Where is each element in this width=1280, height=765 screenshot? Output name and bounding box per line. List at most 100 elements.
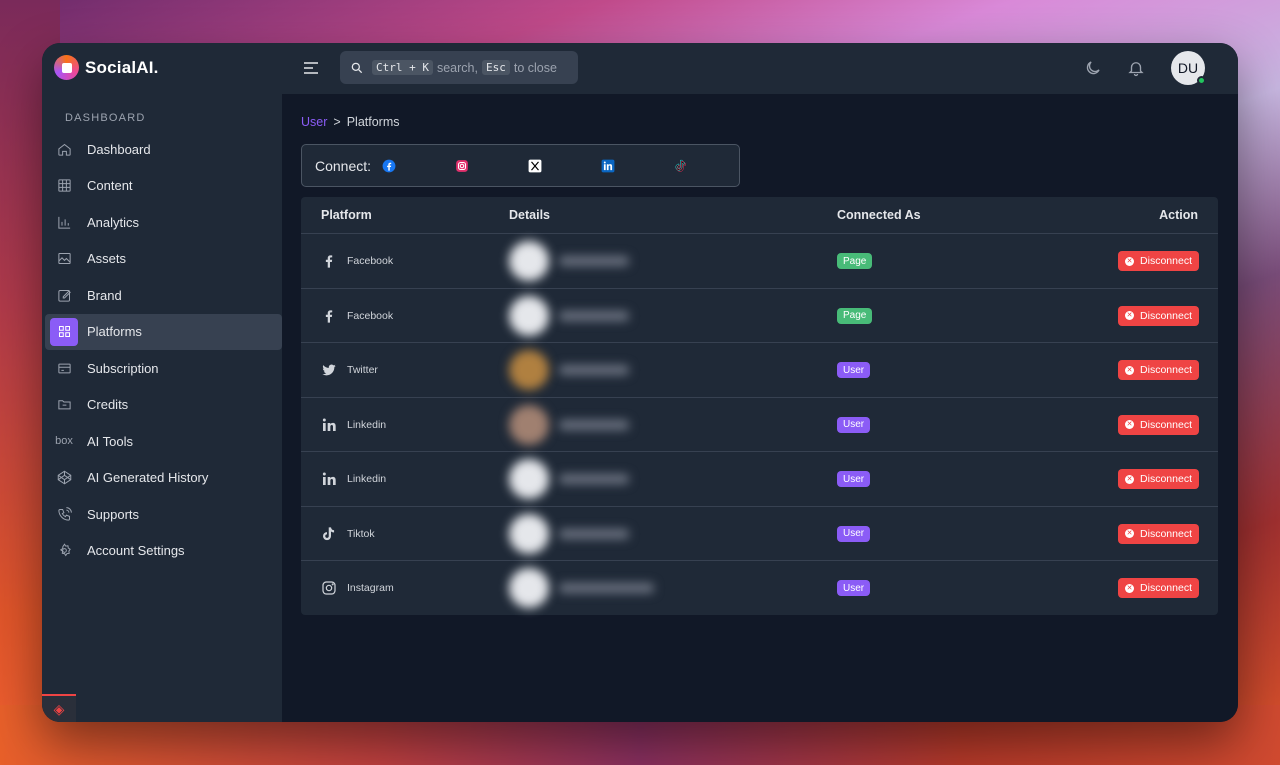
platform-name: Instagram (347, 582, 394, 594)
bar-chart-icon (53, 211, 75, 233)
disconnect-label: Disconnect (1140, 582, 1192, 594)
connect-platform-icons (374, 156, 739, 176)
platform-name: Facebook (347, 309, 394, 322)
codepen-icon (53, 467, 75, 489)
account-details-redacted (509, 241, 707, 281)
app-logo[interactable]: SocialAI. (54, 55, 159, 80)
search-input[interactable]: Ctrl + K search, Esc to close (340, 51, 578, 84)
instagram-icon (321, 580, 337, 596)
platform-cell: Instagram (321, 561, 394, 615)
close-circle-icon: ✕ (1125, 583, 1135, 593)
online-status-indicator (1197, 76, 1206, 85)
disconnect-button[interactable]: ✕ Disconnect (1118, 360, 1199, 380)
connected-as-badge: User (837, 580, 871, 596)
connected-as-badge: User (837, 416, 871, 433)
disconnect-button[interactable]: ✕ Disconnect (1118, 305, 1199, 326)
sidebar-item-content[interactable]: Content (45, 168, 282, 205)
sidebar-item-subscription[interactable]: Subscription (45, 350, 282, 387)
disconnect-button[interactable]: ✕ Disconnect (1118, 414, 1199, 435)
linkedin-icon (601, 159, 615, 172)
main-content: User > Platforms Connect: Platform Detai… (282, 94, 1238, 722)
platform-name: Linkedin (347, 418, 387, 431)
connected-as-badge: Page (837, 253, 873, 269)
account-details-redacted (509, 568, 707, 608)
laravel-icon[interactable]: ◈ (42, 694, 76, 722)
platform-cell: Twitter (321, 343, 378, 397)
tiktok-icon (321, 526, 337, 542)
sidebar-item-supports[interactable]: Supports (45, 496, 282, 533)
connected-as-badge: User (837, 525, 871, 542)
notification-bell-icon[interactable] (1127, 59, 1145, 77)
sidebar-item-label: Brand (87, 287, 122, 303)
column-header-connected-as: Connected As (837, 208, 921, 222)
disconnect-button[interactable]: ✕ Disconnect (1118, 523, 1199, 544)
connect-x-button[interactable] (520, 156, 593, 176)
disconnect-button[interactable]: ✕ Disconnect (1118, 251, 1199, 271)
disconnect-label: Disconnect (1140, 255, 1192, 267)
connected-as-badge: User (837, 362, 871, 378)
dark-mode-icon[interactable] (1084, 59, 1102, 77)
connected-as-badge: Page (837, 307, 873, 324)
platform-cell: Tiktok (321, 507, 375, 561)
platform-name: Facebook (347, 255, 394, 267)
account-avatar-blurred (509, 513, 549, 554)
sidebar-section-label: DASHBOARD (65, 112, 146, 124)
account-details-redacted (509, 295, 707, 336)
sidebar-item-label: Content (87, 178, 133, 194)
sidebar-item-label: Supports (87, 506, 140, 522)
account-name-blurred (559, 474, 629, 484)
sidebar-item-label: AI Tools (87, 433, 134, 449)
sidebar-item-label: Subscription (87, 360, 159, 376)
connect-facebook-button[interactable] (374, 156, 447, 176)
sidebar-item-platforms[interactable]: Platforms (45, 313, 282, 350)
close-circle-icon: ✕ (1125, 474, 1135, 484)
sidebar-item-ai-tools[interactable]: box AI Tools (45, 423, 282, 460)
platform-name: Tiktok (347, 527, 375, 540)
menu-toggle-icon[interactable] (302, 59, 320, 77)
breadcrumb-link-user[interactable]: User (301, 115, 327, 129)
sidebar-item-brand[interactable]: Brand (45, 277, 282, 314)
sidebar-item-credits[interactable]: Credits (45, 387, 282, 424)
disconnect-button[interactable]: ✕ Disconnect (1118, 469, 1199, 489)
sidebar-item-account-settings[interactable]: Account Settings (45, 533, 282, 570)
sidebar: SocialAI. DASHBOARD Dashboard Content An… (42, 43, 282, 722)
close-circle-icon: ✕ (1125, 420, 1135, 429)
table-row: Instagram User ✕ Disconnect (301, 561, 1218, 616)
folder-icon (53, 394, 75, 416)
connect-label: Connect: (315, 157, 372, 174)
account-details-redacted (509, 404, 707, 445)
twitter-icon (321, 362, 337, 378)
account-name-blurred (559, 365, 629, 375)
account-avatar-blurred (509, 568, 549, 608)
linkedin-icon (321, 471, 337, 487)
linkedin-icon (321, 417, 337, 433)
sidebar-item-dashboard[interactable]: Dashboard (45, 131, 282, 168)
platform-cell: Linkedin (321, 398, 386, 452)
sidebar-item-assets[interactable]: Assets (45, 241, 282, 278)
table-row: Facebook Page ✕ Disconnect (301, 289, 1218, 343)
table-row: Tiktok User ✕ Disconnect (301, 507, 1218, 561)
sidebar-item-ai-generated-history[interactable]: AI Generated History (45, 460, 282, 497)
table-header: Platform Details Connected As Action (301, 197, 1218, 234)
platform-cell: Facebook (321, 289, 393, 343)
disconnect-button[interactable]: ✕ Disconnect (1118, 578, 1199, 598)
avatar[interactable]: DU (1171, 51, 1206, 85)
tiktok-icon (675, 159, 686, 172)
connect-linkedin-button[interactable] (593, 156, 666, 176)
account-avatar-blurred (509, 459, 549, 499)
platform-cell: Linkedin (321, 452, 386, 506)
sidebar-item-label: Account Settings (87, 543, 185, 559)
column-header-platform: Platform (321, 208, 372, 222)
account-avatar-blurred (509, 241, 549, 281)
sidebar-item-label: Dashboard (87, 141, 151, 157)
avatar-initials: DU (1177, 60, 1199, 76)
card-icon (53, 357, 75, 379)
account-name-blurred (559, 256, 629, 266)
sidebar-item-analytics[interactable]: Analytics (45, 204, 282, 241)
app-name: SocialAI. (85, 57, 159, 77)
search-shortcut-key: Ctrl + K (372, 60, 433, 75)
connect-tiktok-button[interactable] (666, 156, 739, 176)
column-header-action: Action (1159, 208, 1198, 222)
table-row: Linkedin User ✕ Disconnect (301, 398, 1218, 452)
connect-instagram-button[interactable] (447, 156, 520, 176)
